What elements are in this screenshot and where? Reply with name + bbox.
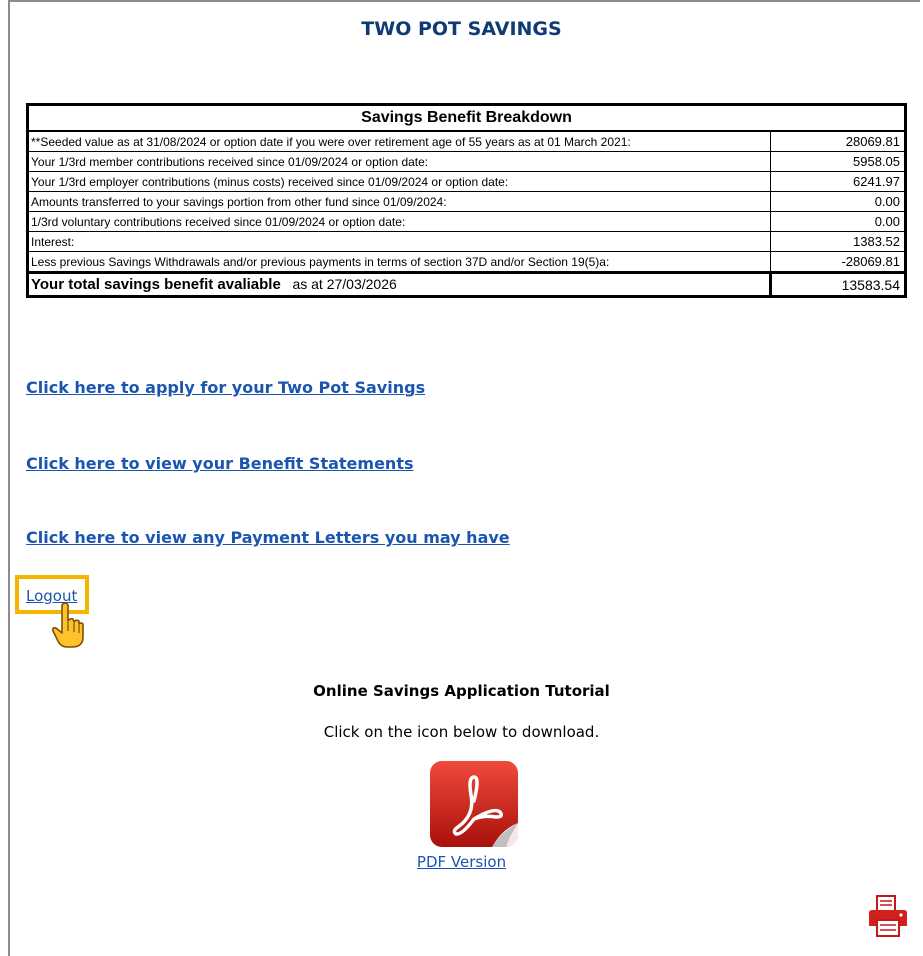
table-row: Less previous Savings Withdrawals and/or… — [27, 251, 906, 273]
page-title: TWO POT SAVINGS — [361, 18, 562, 40]
tutorial-title: Online Savings Application Tutorial — [313, 682, 610, 700]
table-row: Your 1/3rd member contributions received… — [27, 151, 906, 172]
total-label-cell: Your total savings benefit avaliable as … — [27, 271, 772, 297]
tutorial-subtitle: Click on the icon below to download. — [323, 723, 600, 741]
savings-breakdown-table: Savings Benefit Breakdown **Seeded value… — [26, 103, 907, 298]
row-label: Less previous Savings Withdrawals and/or… — [27, 251, 771, 273]
benefit-statements-link[interactable]: Click here to view your Benefit Statemen… — [26, 454, 413, 473]
apply-two-pot-link[interactable]: Click here to apply for your Two Pot Sav… — [26, 378, 425, 397]
row-label: 1/3rd voluntary contributions received s… — [27, 211, 771, 232]
row-label: Amounts transferred to your savings port… — [27, 191, 771, 212]
row-label: Your 1/3rd employer contributions (minus… — [27, 171, 771, 192]
row-value: 5958.05 — [770, 151, 906, 172]
table-row: 1/3rd voluntary contributions received s… — [27, 211, 906, 232]
row-label: **Seeded value as at 31/08/2024 or optio… — [27, 130, 771, 152]
table-row: Your 1/3rd employer contributions (minus… — [27, 171, 906, 192]
row-value: 0.00 — [770, 191, 906, 212]
row-label: Your 1/3rd member contributions received… — [27, 151, 771, 172]
table-row: Amounts transferred to your savings port… — [27, 191, 906, 212]
hand-pointer-icon — [52, 602, 84, 648]
row-label: Interest: — [27, 231, 771, 252]
table-header-row: Savings Benefit Breakdown — [27, 104, 906, 132]
pdf-version-link[interactable]: PDF Version — [0, 853, 923, 871]
adobe-pdf-icon[interactable] — [428, 759, 520, 849]
row-value: -28069.81 — [770, 251, 906, 273]
total-label: Your total savings benefit avaliable — [31, 276, 281, 293]
table-heading: Savings Benefit Breakdown — [27, 104, 906, 132]
payment-letters-link[interactable]: Click here to view any Payment Letters y… — [26, 528, 510, 547]
total-value: 13583.54 — [770, 271, 906, 297]
row-value: 0.00 — [770, 211, 906, 232]
total-date: as at 27/03/2026 — [292, 276, 397, 292]
row-value: 28069.81 — [770, 130, 906, 152]
total-row: Your total savings benefit avaliable as … — [27, 271, 906, 297]
row-value: 6241.97 — [770, 171, 906, 192]
table-row: **Seeded value as at 31/08/2024 or optio… — [27, 130, 906, 152]
row-value: 1383.52 — [770, 231, 906, 252]
printer-icon[interactable] — [868, 894, 908, 938]
table-row: Interest: 1383.52 — [27, 231, 906, 252]
